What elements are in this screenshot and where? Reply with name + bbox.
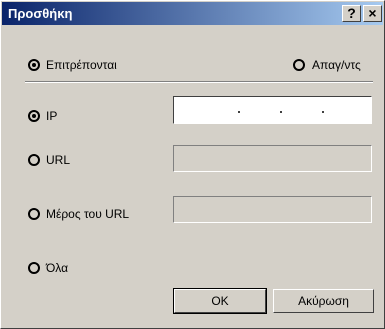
url-part-label: Μέρος του URL <box>46 207 130 221</box>
url-label: URL <box>46 153 71 167</box>
url-radio[interactable] <box>28 154 40 166</box>
close-button[interactable]: × <box>363 5 382 22</box>
deny-label: Απαγ/ντς <box>312 58 361 72</box>
url-part-radio[interactable] <box>28 208 40 220</box>
cancel-button[interactable]: Ακύρωση <box>273 289 374 313</box>
ok-button[interactable]: OK <box>173 288 267 314</box>
ip-label: IP <box>46 109 58 123</box>
ip-address-field[interactable] <box>173 96 372 124</box>
add-dialog: Προσθήκη ? × Επιτρέπονται Απαγ/ντς IP UR… <box>0 0 385 329</box>
all-label: Όλα <box>46 261 69 275</box>
dialog-title: Προσθήκη <box>8 6 73 21</box>
deny-radio[interactable] <box>293 59 305 71</box>
help-button[interactable]: ? <box>342 5 361 22</box>
url-part-field[interactable] <box>173 196 372 223</box>
ip-octet-separator <box>280 111 282 113</box>
ip-radio[interactable] <box>28 110 40 122</box>
title-bar[interactable]: Προσθήκη ? × <box>2 2 383 25</box>
allow-label: Επιτρέπονται <box>46 58 117 72</box>
all-radio[interactable] <box>28 262 40 274</box>
ip-octet-separator <box>238 111 240 113</box>
ip-octet-separator <box>322 111 324 113</box>
allow-radio[interactable] <box>28 59 40 71</box>
separator-highlight <box>25 82 373 83</box>
url-field[interactable] <box>173 145 372 172</box>
